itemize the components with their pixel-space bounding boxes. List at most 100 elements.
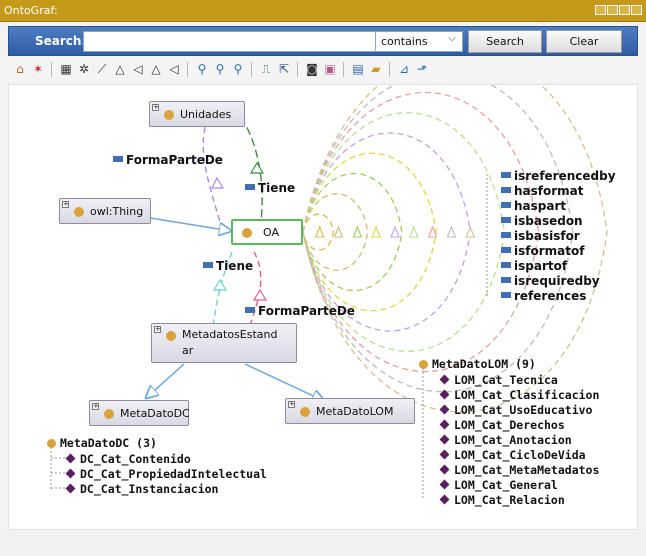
window-controls [595,5,642,15]
arrowhead [390,225,400,238]
search-mode-value: contains [381,35,428,48]
open-icon[interactable]: ▰ [368,61,384,77]
share-icon[interactable]: ⬏ [414,61,430,77]
snapshot-icon[interactable]: ◙ [304,61,320,77]
status-bar [0,531,646,556]
tree-horizontal-alt-icon[interactable]: △ [148,61,164,77]
tree-item[interactable]: DC_Cat_Contenido [65,452,191,466]
individual-icon [439,389,450,400]
edge-label-tiene-bottom: Tiene [203,259,253,273]
maximize-icon[interactable] [619,5,630,15]
minimize-icon[interactable] [595,5,606,15]
node-oa[interactable]: OA [231,219,303,245]
tree-item[interactable]: DC_Cat_Instanciacion [65,482,218,496]
layout-radial-icon[interactable]: ✶ [30,61,46,77]
node-owl-thing[interactable]: + owl:Thing [59,198,151,224]
window-title: OntoGraf: [4,4,58,17]
tree-horizontal-icon[interactable]: △ [112,61,128,77]
grid-layout-icon[interactable]: ▦ [58,61,74,77]
tree-item[interactable]: LOM_Cat_Derechos [439,418,565,432]
individual-icon [439,449,450,460]
chart-icon[interactable]: ⊿ [396,61,412,77]
individual-icon [439,464,450,475]
zoom-fit-icon[interactable]: ⚲ [212,61,228,77]
tree-item[interactable]: LOM_Cat_General [439,478,558,492]
tree-item[interactable]: LOM_Cat_MetaMetadatos [439,463,599,477]
close-icon[interactable] [631,5,642,15]
legend-item: isreferencedby [501,169,616,183]
individual-icon [439,419,450,430]
tree-root-lom[interactable]: MetaDatoLOM (9) [419,357,536,371]
node-label: MetaDatoLOM [316,405,394,418]
node-label: MetaDatoDC [120,407,190,420]
tree-vertical-alt-icon[interactable]: ◁ [166,61,182,77]
search-input[interactable] [83,31,376,52]
expand-icon[interactable]: + [62,201,69,208]
tree-item[interactable]: DC_Cat_PropiedadIntelectual [65,467,267,481]
individual-icon [439,434,450,445]
expand-icon[interactable]: + [288,401,295,408]
legend-item: isrequiredby [501,274,600,288]
individual-icon [65,483,76,494]
tree-item[interactable]: LOM_Cat_Tecnica [439,373,558,387]
tree-root-dc[interactable]: MetaDatoDC (3) [47,436,157,450]
individual-icon [439,479,450,490]
expand-icon[interactable]: + [92,403,99,410]
spring-layout-icon[interactable]: ✲ [76,61,92,77]
node-label: owl:Thing [90,205,144,218]
node-label: OA [263,226,279,239]
class-dot-icon [74,207,84,217]
home-icon[interactable]: ⌂ [12,61,28,77]
edge-metadatos-dc [146,363,185,398]
search-label: Search: [35,34,87,48]
individual-icon [439,404,450,415]
tree-item[interactable]: LOM_Cat_Clasificacion [439,388,599,402]
filter-icon[interactable]: ⎍ [258,61,274,77]
arrowhead [314,225,325,238]
individual-icon [65,453,76,464]
node-label-line2: ar [182,344,194,357]
legend-item: isbasedon [501,214,583,228]
export-icon[interactable]: ⇱ [276,61,292,77]
search-button[interactable]: Search [468,30,542,53]
zoom-out-icon[interactable]: ⚲ [230,61,246,77]
tree-layout-icon[interactable]: ⟋ [94,61,110,77]
self-loop-isbasisfor [302,132,471,332]
legend-item: references [501,289,586,303]
legend-item: haspart [501,199,566,213]
image-icon[interactable]: ▣ [322,61,338,77]
node-metadato-dc[interactable]: + MetaDatoDC [89,400,190,426]
edge-label-formapartede-bottom: FormaParteDe [245,304,355,318]
individual-icon [439,374,450,385]
legend-item: isbasisfor [501,229,580,243]
class-dot-icon [166,331,176,341]
individual-icon [439,494,450,505]
tree-item[interactable]: LOM_Cat_Anotacion [439,433,572,447]
node-unidades[interactable]: + Unidades [149,101,245,127]
class-dot-icon [242,228,252,238]
zoom-in-icon[interactable]: ⚲ [194,61,210,77]
search-mode-select[interactable]: contains ⌵ [375,31,463,52]
class-dot-icon [164,110,174,120]
arrowhead [371,225,381,238]
class-dot-icon [300,407,310,417]
tree-item[interactable]: LOM_Cat_CicloDeVida [439,448,586,462]
graph-canvas[interactable]: + Unidades + owl:Thing OA + MetadatosEst… [8,84,638,530]
edge-formapartede-top [202,126,222,226]
node-metadatos-estandar[interactable]: + MetadatosEstand ar [151,323,297,363]
arrowhead [408,225,419,238]
clear-button[interactable]: Clear [546,30,622,53]
node-label-line1: MetadatosEstand [182,328,278,341]
tree-item[interactable]: LOM_Cat_UsoEducativo [439,403,592,417]
save-icon[interactable]: ▤ [350,61,366,77]
tree-item[interactable]: LOM_Cat_Relacion [439,493,565,507]
expand-icon[interactable]: + [152,104,159,111]
node-metadato-lom[interactable]: + MetaDatoLOM [285,398,415,424]
tree-vertical-icon[interactable]: ◁ [130,61,146,77]
node-label: Unidades [180,108,232,121]
expand-icon[interactable]: + [154,326,161,333]
restore-icon[interactable] [607,5,618,15]
arrowhead [352,225,363,238]
class-dot-icon [419,360,428,369]
chevron-down-icon: ⌵ [448,33,456,44]
